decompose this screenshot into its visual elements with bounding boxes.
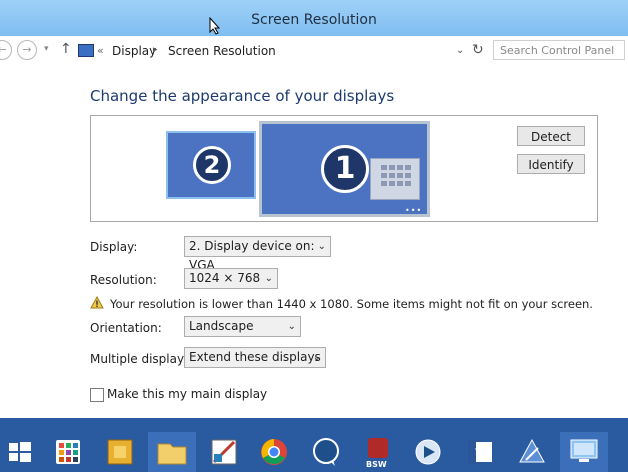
breadcrumb-overflow-icon: « bbox=[97, 44, 104, 57]
multiple-displays-label: Multiple displays: bbox=[90, 352, 195, 366]
taskbar-explorer-box[interactable] bbox=[96, 432, 144, 472]
warning-icon bbox=[90, 296, 104, 309]
monitor-dots-icon: ••• bbox=[405, 206, 423, 215]
resolution-select-value: 1024 × 768 bbox=[189, 271, 261, 285]
recent-dropdown-icon[interactable]: ▾ bbox=[44, 44, 49, 54]
up-arrow-icon[interactable]: ↑ bbox=[60, 41, 72, 57]
chevron-down-icon: ⌄ bbox=[264, 273, 273, 284]
taskbar-chat[interactable] bbox=[302, 432, 350, 472]
monitor-2-badge: 2 bbox=[193, 146, 231, 184]
media-player-icon bbox=[415, 439, 441, 465]
svg-text:W: W bbox=[475, 447, 489, 462]
paint-icon bbox=[211, 439, 237, 465]
search-input[interactable]: Search Control Panel bbox=[493, 40, 625, 60]
main-display-checkbox-label[interactable]: Make this my main display bbox=[107, 387, 267, 401]
resolution-warning: Your resolution is lower than 1440 x 108… bbox=[110, 297, 593, 311]
word-icon: W bbox=[468, 440, 492, 464]
start-button[interactable] bbox=[0, 432, 48, 472]
taskbar-chrome[interactable] bbox=[250, 432, 298, 472]
orientation-select[interactable]: Landscape ⌄ bbox=[184, 316, 301, 337]
chevron-down-icon: ⌄ bbox=[317, 241, 326, 252]
display-settings-icon bbox=[570, 439, 598, 462]
monitor-1-badge: 1 bbox=[321, 145, 369, 193]
start-screen-tiles-icon bbox=[370, 158, 420, 200]
forward-button[interactable]: → bbox=[17, 40, 37, 60]
taskbar-bsw[interactable]: BSW bbox=[354, 432, 402, 472]
folder-icon bbox=[157, 443, 187, 465]
taskbar-media[interactable] bbox=[404, 432, 452, 472]
windows-logo-icon bbox=[9, 442, 31, 462]
multiple-displays-select[interactable]: Extend these displays ⌄ bbox=[184, 347, 326, 368]
orientation-label: Orientation: bbox=[90, 321, 162, 335]
chevron-down-icon: ⌄ bbox=[312, 352, 321, 363]
chevron-down-icon: ⌄ bbox=[287, 321, 296, 332]
resolution-select[interactable]: 1024 × 768 ⌄ bbox=[184, 268, 278, 289]
orientation-select-value: Landscape bbox=[189, 319, 254, 333]
taskbar-paint[interactable] bbox=[200, 432, 248, 472]
breadcrumb-screen-resolution[interactable]: Screen Resolution bbox=[168, 44, 276, 58]
taskbar-word[interactable]: W bbox=[456, 432, 504, 472]
taskbar-display-settings[interactable] bbox=[560, 432, 608, 472]
mouse-cursor bbox=[209, 17, 221, 35]
bsw-label: BSW bbox=[366, 460, 387, 469]
box-icon bbox=[107, 439, 133, 465]
identify-button[interactable]: Identify bbox=[517, 154, 585, 174]
refresh-icon[interactable]: ↻ bbox=[472, 42, 484, 58]
display-label: Display: bbox=[90, 240, 138, 254]
display-select[interactable]: 2. Display device on: VGA ⌄ bbox=[184, 236, 331, 272]
resolution-label: Resolution: bbox=[90, 273, 157, 287]
chrome-icon bbox=[261, 439, 287, 465]
detect-button[interactable]: Detect bbox=[517, 126, 585, 146]
breadcrumb-display[interactable]: Display bbox=[112, 44, 156, 58]
apps-grid-icon bbox=[56, 440, 80, 464]
address-dropdown-icon[interactable]: ⌄ bbox=[456, 45, 464, 56]
tools-icon bbox=[519, 438, 545, 463]
chat-bubble-icon bbox=[313, 438, 339, 466]
taskbar-tools[interactable] bbox=[508, 432, 556, 472]
window-title: Screen Resolution bbox=[251, 12, 377, 28]
taskbar-file-explorer[interactable] bbox=[148, 432, 196, 472]
taskbar-apps[interactable] bbox=[44, 432, 92, 472]
control-panel-icon bbox=[78, 44, 94, 57]
page-heading: Change the appearance of your displays bbox=[90, 87, 395, 105]
multiple-displays-select-value: Extend these displays bbox=[189, 350, 321, 364]
main-display-checkbox[interactable] bbox=[90, 388, 104, 402]
breadcrumb-separator-icon: ▸ bbox=[153, 45, 158, 55]
